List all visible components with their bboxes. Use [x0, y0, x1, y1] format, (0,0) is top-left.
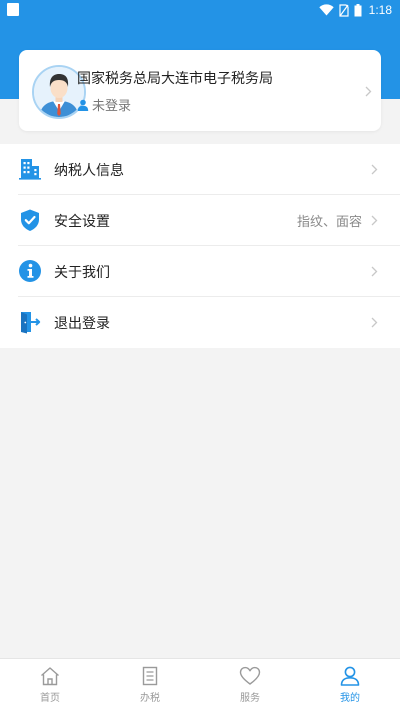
info-icon	[18, 259, 42, 283]
settings-menu: 纳税人信息 安全设置 指纹、面容 关于我们 退出登录	[0, 144, 400, 348]
tab-label: 办税	[140, 693, 160, 704]
home-icon	[41, 667, 59, 686]
tab-label: 服务	[240, 693, 260, 704]
building-icon	[18, 157, 42, 181]
tab-mine[interactable]: 我的	[300, 659, 400, 713]
organization-name: 国家税务总局大连市电子税务局	[77, 71, 273, 87]
menu-value: 指纹、面容	[296, 215, 362, 230]
chevron-right-icon	[371, 215, 378, 226]
notification-icon	[7, 3, 19, 16]
menu-item-logout[interactable]: 退出登录	[0, 297, 400, 348]
menu-item-about-us[interactable]: 关于我们	[0, 246, 400, 297]
shield-check-icon	[18, 208, 42, 232]
login-status-text: 未登录	[92, 99, 132, 114]
menu-label: 安全设置	[54, 213, 110, 230]
status-time: 1:18	[368, 3, 392, 17]
menu-label: 退出登录	[54, 315, 110, 332]
menu-item-taxpayer-info[interactable]: 纳税人信息	[0, 144, 400, 195]
login-status[interactable]: 未登录	[77, 95, 131, 114]
wifi-icon	[318, 4, 334, 16]
chevron-right-icon	[371, 317, 378, 328]
no-sim-icon	[339, 3, 349, 17]
tab-services[interactable]: 服务	[200, 659, 300, 713]
bottom-tab-bar: 首页 办税 服务 我的	[0, 658, 400, 713]
heart-icon	[239, 666, 261, 685]
tab-label: 我的	[340, 693, 360, 704]
profile-card[interactable]	[19, 50, 381, 131]
chevron-right-icon	[365, 86, 372, 97]
chevron-right-icon	[371, 164, 378, 175]
tab-tax[interactable]: 办税	[100, 659, 200, 713]
menu-label: 纳税人信息	[54, 162, 124, 179]
battery-icon	[354, 3, 362, 16]
status-bar: 1:18	[0, 0, 400, 20]
menu-item-security-settings[interactable]: 安全设置 指纹、面容	[0, 195, 400, 246]
chevron-right-icon	[371, 266, 378, 277]
status-icons: 1:18	[318, 0, 392, 20]
logout-icon	[18, 310, 42, 334]
menu-label: 关于我们	[54, 264, 110, 281]
tab-label: 首页	[40, 693, 60, 704]
user-icon	[340, 666, 360, 686]
tab-home[interactable]: 首页	[0, 659, 100, 713]
document-icon	[142, 666, 158, 686]
person-icon	[77, 99, 89, 111]
